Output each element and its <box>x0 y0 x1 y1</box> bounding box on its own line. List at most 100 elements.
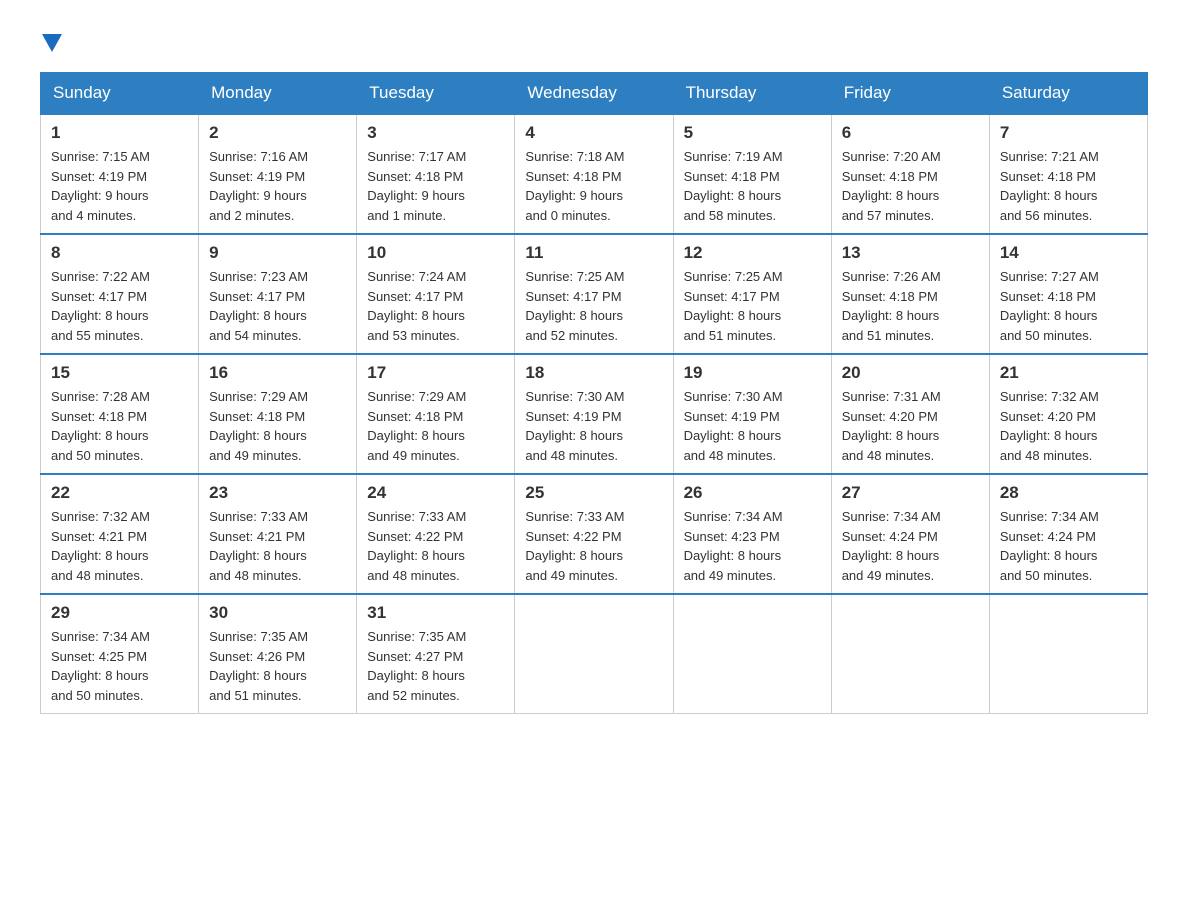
day-info: Sunrise: 7:24 AM Sunset: 4:17 PM Dayligh… <box>367 267 504 345</box>
calendar-cell: 16 Sunrise: 7:29 AM Sunset: 4:18 PM Dayl… <box>199 354 357 474</box>
day-number: 7 <box>1000 123 1137 143</box>
calendar-cell <box>831 594 989 714</box>
weekday-header-wednesday: Wednesday <box>515 73 673 115</box>
day-number: 24 <box>367 483 504 503</box>
day-number: 30 <box>209 603 346 623</box>
day-number: 29 <box>51 603 188 623</box>
calendar-week-row: 29 Sunrise: 7:34 AM Sunset: 4:25 PM Dayl… <box>41 594 1148 714</box>
day-info: Sunrise: 7:25 AM Sunset: 4:17 PM Dayligh… <box>684 267 821 345</box>
calendar-week-row: 8 Sunrise: 7:22 AM Sunset: 4:17 PM Dayli… <box>41 234 1148 354</box>
day-info: Sunrise: 7:34 AM Sunset: 4:25 PM Dayligh… <box>51 627 188 705</box>
day-info: Sunrise: 7:34 AM Sunset: 4:24 PM Dayligh… <box>1000 507 1137 585</box>
calendar-week-row: 22 Sunrise: 7:32 AM Sunset: 4:21 PM Dayl… <box>41 474 1148 594</box>
calendar-cell <box>515 594 673 714</box>
day-info: Sunrise: 7:33 AM Sunset: 4:22 PM Dayligh… <box>525 507 662 585</box>
day-info: Sunrise: 7:35 AM Sunset: 4:26 PM Dayligh… <box>209 627 346 705</box>
day-info: Sunrise: 7:18 AM Sunset: 4:18 PM Dayligh… <box>525 147 662 225</box>
logo-triangle-icon <box>42 34 62 52</box>
day-number: 16 <box>209 363 346 383</box>
day-number: 17 <box>367 363 504 383</box>
day-number: 28 <box>1000 483 1137 503</box>
calendar-cell: 5 Sunrise: 7:19 AM Sunset: 4:18 PM Dayli… <box>673 114 831 234</box>
calendar-cell: 22 Sunrise: 7:32 AM Sunset: 4:21 PM Dayl… <box>41 474 199 594</box>
calendar-cell: 12 Sunrise: 7:25 AM Sunset: 4:17 PM Dayl… <box>673 234 831 354</box>
day-number: 4 <box>525 123 662 143</box>
calendar-cell <box>673 594 831 714</box>
calendar-cell <box>989 594 1147 714</box>
calendar-cell: 2 Sunrise: 7:16 AM Sunset: 4:19 PM Dayli… <box>199 114 357 234</box>
calendar-cell: 28 Sunrise: 7:34 AM Sunset: 4:24 PM Dayl… <box>989 474 1147 594</box>
day-info: Sunrise: 7:33 AM Sunset: 4:21 PM Dayligh… <box>209 507 346 585</box>
calendar-cell: 23 Sunrise: 7:33 AM Sunset: 4:21 PM Dayl… <box>199 474 357 594</box>
day-number: 19 <box>684 363 821 383</box>
day-info: Sunrise: 7:16 AM Sunset: 4:19 PM Dayligh… <box>209 147 346 225</box>
calendar-cell: 10 Sunrise: 7:24 AM Sunset: 4:17 PM Dayl… <box>357 234 515 354</box>
day-info: Sunrise: 7:20 AM Sunset: 4:18 PM Dayligh… <box>842 147 979 225</box>
day-info: Sunrise: 7:30 AM Sunset: 4:19 PM Dayligh… <box>684 387 821 465</box>
day-number: 18 <box>525 363 662 383</box>
weekday-header-friday: Friday <box>831 73 989 115</box>
day-number: 26 <box>684 483 821 503</box>
calendar-cell: 14 Sunrise: 7:27 AM Sunset: 4:18 PM Dayl… <box>989 234 1147 354</box>
day-number: 2 <box>209 123 346 143</box>
calendar-cell: 8 Sunrise: 7:22 AM Sunset: 4:17 PM Dayli… <box>41 234 199 354</box>
day-info: Sunrise: 7:26 AM Sunset: 4:18 PM Dayligh… <box>842 267 979 345</box>
calendar-cell: 11 Sunrise: 7:25 AM Sunset: 4:17 PM Dayl… <box>515 234 673 354</box>
day-info: Sunrise: 7:28 AM Sunset: 4:18 PM Dayligh… <box>51 387 188 465</box>
day-info: Sunrise: 7:22 AM Sunset: 4:17 PM Dayligh… <box>51 267 188 345</box>
weekday-header-tuesday: Tuesday <box>357 73 515 115</box>
day-info: Sunrise: 7:34 AM Sunset: 4:24 PM Dayligh… <box>842 507 979 585</box>
calendar-cell: 18 Sunrise: 7:30 AM Sunset: 4:19 PM Dayl… <box>515 354 673 474</box>
day-info: Sunrise: 7:25 AM Sunset: 4:17 PM Dayligh… <box>525 267 662 345</box>
day-number: 22 <box>51 483 188 503</box>
calendar-cell: 30 Sunrise: 7:35 AM Sunset: 4:26 PM Dayl… <box>199 594 357 714</box>
day-number: 20 <box>842 363 979 383</box>
day-number: 1 <box>51 123 188 143</box>
day-number: 10 <box>367 243 504 263</box>
header <box>40 30 1148 52</box>
day-number: 27 <box>842 483 979 503</box>
day-number: 9 <box>209 243 346 263</box>
calendar-cell: 20 Sunrise: 7:31 AM Sunset: 4:20 PM Dayl… <box>831 354 989 474</box>
day-info: Sunrise: 7:34 AM Sunset: 4:23 PM Dayligh… <box>684 507 821 585</box>
day-number: 21 <box>1000 363 1137 383</box>
calendar-cell: 25 Sunrise: 7:33 AM Sunset: 4:22 PM Dayl… <box>515 474 673 594</box>
day-number: 15 <box>51 363 188 383</box>
calendar-cell: 19 Sunrise: 7:30 AM Sunset: 4:19 PM Dayl… <box>673 354 831 474</box>
calendar-cell: 4 Sunrise: 7:18 AM Sunset: 4:18 PM Dayli… <box>515 114 673 234</box>
day-info: Sunrise: 7:29 AM Sunset: 4:18 PM Dayligh… <box>209 387 346 465</box>
day-number: 5 <box>684 123 821 143</box>
day-number: 25 <box>525 483 662 503</box>
day-number: 3 <box>367 123 504 143</box>
calendar-cell: 15 Sunrise: 7:28 AM Sunset: 4:18 PM Dayl… <box>41 354 199 474</box>
day-number: 13 <box>842 243 979 263</box>
day-info: Sunrise: 7:29 AM Sunset: 4:18 PM Dayligh… <box>367 387 504 465</box>
calendar-cell: 13 Sunrise: 7:26 AM Sunset: 4:18 PM Dayl… <box>831 234 989 354</box>
calendar-week-row: 1 Sunrise: 7:15 AM Sunset: 4:19 PM Dayli… <box>41 114 1148 234</box>
day-number: 31 <box>367 603 504 623</box>
day-number: 6 <box>842 123 979 143</box>
day-number: 8 <box>51 243 188 263</box>
logo <box>40 30 62 52</box>
day-info: Sunrise: 7:30 AM Sunset: 4:19 PM Dayligh… <box>525 387 662 465</box>
calendar-cell: 21 Sunrise: 7:32 AM Sunset: 4:20 PM Dayl… <box>989 354 1147 474</box>
weekday-header-sunday: Sunday <box>41 73 199 115</box>
day-number: 23 <box>209 483 346 503</box>
calendar-table: SundayMondayTuesdayWednesdayThursdayFrid… <box>40 72 1148 714</box>
day-info: Sunrise: 7:19 AM Sunset: 4:18 PM Dayligh… <box>684 147 821 225</box>
weekday-header-thursday: Thursday <box>673 73 831 115</box>
calendar-cell: 7 Sunrise: 7:21 AM Sunset: 4:18 PM Dayli… <box>989 114 1147 234</box>
weekday-header-monday: Monday <box>199 73 357 115</box>
calendar-cell: 24 Sunrise: 7:33 AM Sunset: 4:22 PM Dayl… <box>357 474 515 594</box>
calendar-cell: 1 Sunrise: 7:15 AM Sunset: 4:19 PM Dayli… <box>41 114 199 234</box>
day-info: Sunrise: 7:35 AM Sunset: 4:27 PM Dayligh… <box>367 627 504 705</box>
day-info: Sunrise: 7:33 AM Sunset: 4:22 PM Dayligh… <box>367 507 504 585</box>
day-number: 12 <box>684 243 821 263</box>
day-info: Sunrise: 7:21 AM Sunset: 4:18 PM Dayligh… <box>1000 147 1137 225</box>
day-info: Sunrise: 7:31 AM Sunset: 4:20 PM Dayligh… <box>842 387 979 465</box>
day-info: Sunrise: 7:23 AM Sunset: 4:17 PM Dayligh… <box>209 267 346 345</box>
day-info: Sunrise: 7:17 AM Sunset: 4:18 PM Dayligh… <box>367 147 504 225</box>
day-info: Sunrise: 7:32 AM Sunset: 4:21 PM Dayligh… <box>51 507 188 585</box>
weekday-header-row: SundayMondayTuesdayWednesdayThursdayFrid… <box>41 73 1148 115</box>
calendar-cell: 3 Sunrise: 7:17 AM Sunset: 4:18 PM Dayli… <box>357 114 515 234</box>
